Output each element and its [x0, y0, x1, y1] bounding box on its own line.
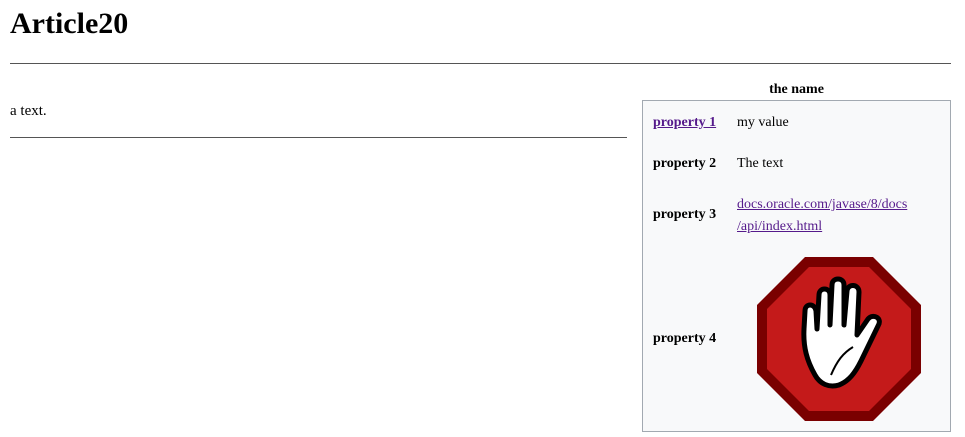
infobox: property 1 my value property 2 The text … [642, 100, 951, 432]
property-1-link[interactable]: property 1 [653, 113, 716, 133]
property-2-label: property 2 [653, 156, 717, 171]
property-3-link[interactable]: docs.oracle.com/javase/8/docs /api/index… [737, 197, 907, 234]
property-3-link-line-2: /api/index.html [737, 219, 823, 234]
stop-hand-icon [757, 257, 921, 421]
property-4-label: property 4 [653, 331, 717, 346]
property-2-value: The text [737, 156, 784, 171]
property-3-link-line-1: docs.oracle.com/javase/8/docs [737, 197, 908, 212]
property-3-value: docs.oracle.com/javase/8/docs /api/index… [737, 194, 907, 238]
property-3-label: property 3 [653, 207, 717, 222]
article-body-text: a text. [10, 103, 47, 119]
article-divider [10, 137, 627, 138]
page-title: Article20 [10, 7, 129, 40]
title-divider [10, 63, 951, 64]
page: Article20 a text. the name property 1 my… [0, 0, 965, 437]
infobox-caption: the name [769, 82, 824, 97]
property-1-value: my value [737, 115, 789, 130]
